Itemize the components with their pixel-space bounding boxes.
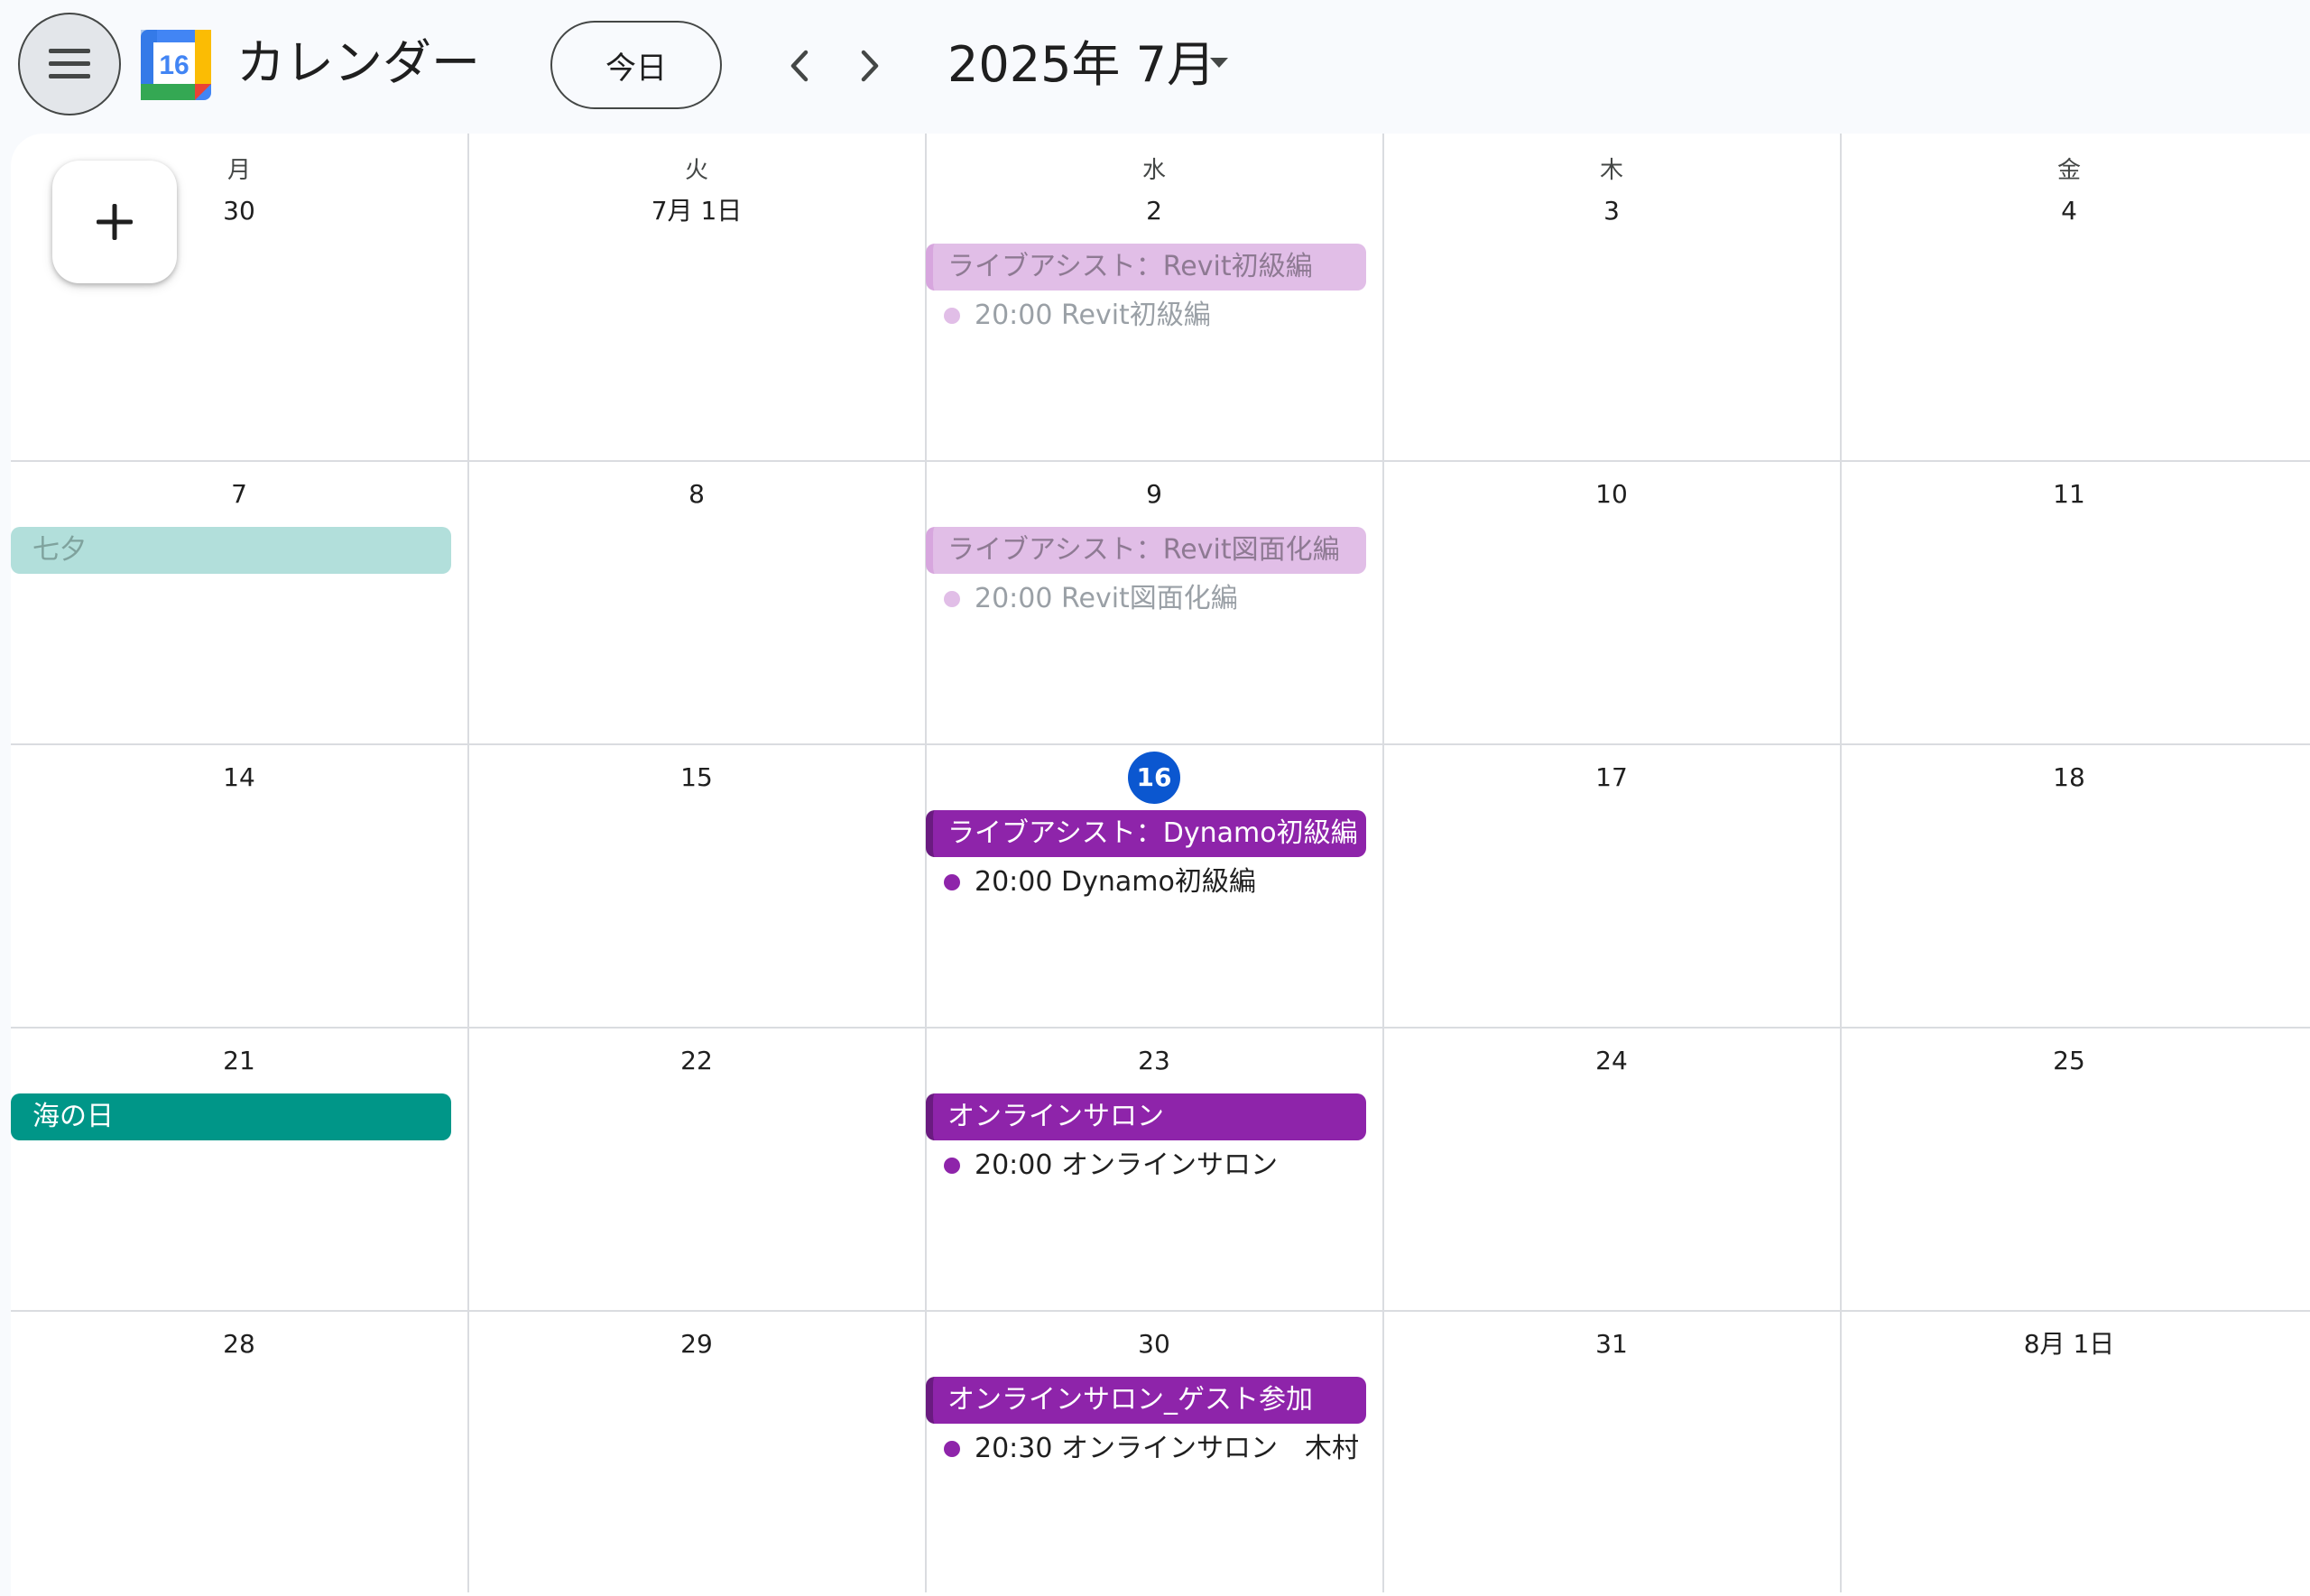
current-month-title[interactable]: 2025年 7月 <box>947 29 1215 101</box>
date-number-label: 3 <box>1603 196 1620 226</box>
date-number[interactable]: 22 <box>468 1043 925 1079</box>
main-menu-button[interactable] <box>18 13 121 115</box>
date-number[interactable]: 31 <box>1383 1326 1840 1362</box>
date-number-label: 14 <box>223 762 255 792</box>
date-number-label: 8月 1日 <box>2023 1329 2115 1359</box>
timed-event-item[interactable]: 20:00 Revit初級編 <box>926 296 1366 336</box>
event-color-dot-icon <box>944 1441 960 1457</box>
today-date-number[interactable]: 16 <box>926 752 1382 804</box>
date-number[interactable]: 7 <box>11 476 467 512</box>
timed-event-item[interactable]: 20:30 オンラインサロン 木村 <box>926 1429 1366 1469</box>
date-number-label: 10 <box>1595 479 1628 509</box>
event-color-dot-icon <box>944 591 960 607</box>
previous-period-button[interactable] <box>770 36 829 96</box>
date-number-label: 22 <box>680 1046 713 1075</box>
timed-event-text: 20:30 オンラインサロン 木村 <box>975 1433 1359 1464</box>
date-number[interactable]: 14 <box>11 760 467 796</box>
date-number[interactable]: 23 <box>926 1043 1382 1079</box>
all-day-event-chip[interactable]: ライブアシスト：Revit図面化編 <box>926 527 1366 574</box>
date-number[interactable]: 8 <box>468 476 925 512</box>
date-number[interactable]: 21 <box>11 1043 467 1079</box>
chevron-left-icon <box>790 50 808 82</box>
event-color-dot-icon <box>944 1158 960 1174</box>
date-number-label: 18 <box>2053 762 2085 792</box>
today-button[interactable]: 今日 <box>550 21 722 109</box>
holiday-chip[interactable]: 七夕 <box>11 527 451 574</box>
all-day-event-chip[interactable]: ライブアシスト：Revit初級編 <box>926 244 1366 291</box>
date-number[interactable]: 30 <box>926 1326 1382 1362</box>
top-app-bar: 16 カレンダー 今日 2025年 7月 <box>0 0 2310 134</box>
holiday-chip[interactable]: 海の日 <box>11 1093 451 1140</box>
day-cell[interactable] <box>1841 134 2297 460</box>
day-cell[interactable] <box>468 134 925 460</box>
date-number-label: 30 <box>223 196 255 226</box>
date-number-label: 30 <box>1138 1329 1170 1359</box>
timed-event-text: 20:00 Dynamo初級編 <box>975 866 1256 898</box>
timed-event-text: 20:00 オンラインサロン <box>975 1149 1278 1181</box>
date-number-label: 9 <box>1146 479 1162 509</box>
timed-event-text: 20:00 Revit図面化編 <box>975 583 1238 614</box>
date-number-label: 24 <box>1595 1046 1628 1075</box>
date-number-label: 16 <box>1128 752 1180 804</box>
month-view-panel: 月火水木金 30 7月 1日 2 ライブアシスト：Revit初級編 20:00 Revit… <box>11 134 2310 1596</box>
event-color-dot-icon <box>944 874 960 890</box>
all-day-event-chip[interactable]: オンラインサロン_ゲスト参加 <box>926 1377 1366 1424</box>
event-color-dot-icon <box>944 308 960 324</box>
date-number[interactable]: 2 <box>926 193 1382 229</box>
date-number-label: 2 <box>1146 196 1162 226</box>
date-number[interactable]: 25 <box>1841 1043 2297 1079</box>
all-day-event-chip[interactable]: オンラインサロン <box>926 1093 1366 1140</box>
app-title: カレンダー <box>236 34 480 91</box>
date-number[interactable]: 8月 1日 <box>1841 1326 2297 1362</box>
date-number-label: 21 <box>223 1046 255 1075</box>
date-number[interactable]: 17 <box>1383 760 1840 796</box>
date-number[interactable]: 11 <box>1841 476 2297 512</box>
all-day-event-chip[interactable]: ライブアシスト：Dynamo初級編 <box>926 810 1366 857</box>
calendar-logo-icon: 16 <box>141 30 211 100</box>
timed-event-item[interactable]: 20:00 オンラインサロン <box>926 1146 1366 1185</box>
plus-icon <box>97 204 133 240</box>
date-number-label: 11 <box>2053 479 2085 509</box>
month-grid: 月火水木金 30 7月 1日 2 ライブアシスト：Revit初級編 20:00 Revit… <box>11 134 2310 1592</box>
date-number-label: 17 <box>1595 762 1628 792</box>
next-period-button[interactable] <box>840 36 900 96</box>
date-number[interactable]: 10 <box>1383 476 1840 512</box>
timed-event-text: 20:00 Revit初級編 <box>975 300 1211 331</box>
date-number-label: 15 <box>680 762 713 792</box>
date-number[interactable]: 24 <box>1383 1043 1840 1079</box>
date-number[interactable]: 18 <box>1841 760 2297 796</box>
date-number[interactable]: 9 <box>926 476 1382 512</box>
timed-event-item[interactable]: 20:00 Revit図面化編 <box>926 579 1366 619</box>
caret-down-icon[interactable] <box>1206 54 1232 72</box>
date-number-label: 31 <box>1595 1329 1628 1359</box>
date-number[interactable]: 7月 1日 <box>468 193 925 229</box>
date-number-label: 7月 1日 <box>651 196 743 226</box>
day-cell[interactable] <box>1383 134 1840 460</box>
date-number-label: 4 <box>2061 196 2077 226</box>
hamburger-menu-icon <box>49 49 90 78</box>
date-number[interactable]: 4 <box>1841 193 2297 229</box>
calendar-logo-day: 16 <box>159 51 189 80</box>
date-number-label: 29 <box>680 1329 713 1359</box>
date-number-label: 23 <box>1138 1046 1170 1075</box>
date-number-label: 25 <box>2053 1046 2085 1075</box>
date-number-label: 28 <box>223 1329 255 1359</box>
date-number[interactable]: 29 <box>468 1326 925 1362</box>
date-number-label: 7 <box>231 479 247 509</box>
date-number[interactable]: 28 <box>11 1326 467 1362</box>
timed-event-item[interactable]: 20:00 Dynamo初級編 <box>926 863 1366 902</box>
create-event-button[interactable] <box>52 161 177 283</box>
date-number[interactable]: 15 <box>468 760 925 796</box>
date-number-label: 8 <box>688 479 705 509</box>
date-number[interactable]: 3 <box>1383 193 1840 229</box>
chevron-right-icon <box>861 50 879 82</box>
